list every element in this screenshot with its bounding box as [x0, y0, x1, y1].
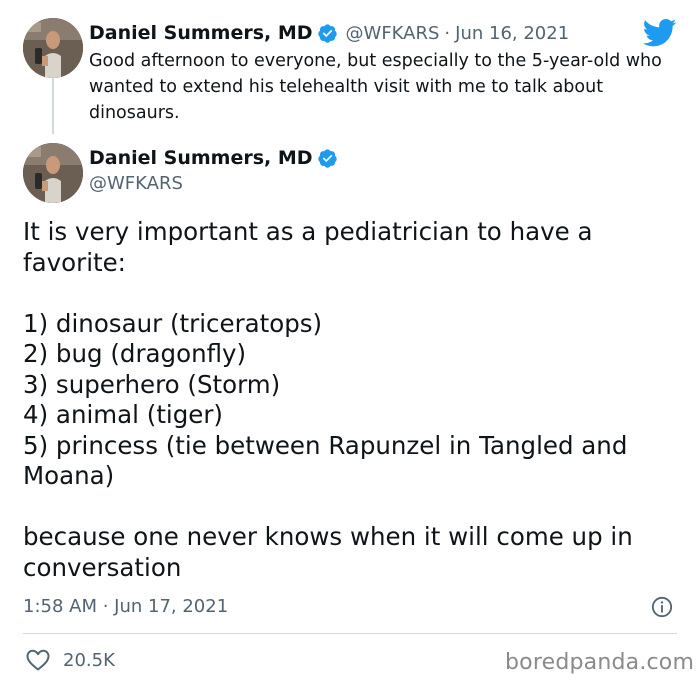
tweet-line: 1) dinosaur (triceratops)	[23, 308, 323, 338]
watermark: boredpanda.com	[505, 650, 695, 675]
like-action[interactable]: 20.5K	[25, 648, 115, 672]
verified-badge-icon	[317, 148, 338, 169]
tweet-line: because one never knows when it will com…	[23, 522, 633, 582]
author-name[interactable]: Daniel Summers, MD	[89, 22, 313, 44]
thread-connector	[52, 78, 54, 134]
tweet-card: Daniel Summers, MD @WFKARS · Jun 16, 202…	[0, 0, 700, 686]
reply-author-row: Daniel Summers, MD @WFKARS · Jun 16, 202…	[89, 22, 569, 44]
dot-separator: ·	[444, 22, 451, 44]
tweet-line: 5) princess (tie between Rapunzel in Tan…	[23, 430, 628, 491]
author-handle[interactable]: @WFKARS	[346, 23, 440, 44]
reply-date[interactable]: Jun 16, 2021	[455, 23, 569, 44]
twitter-bird-icon[interactable]	[643, 18, 677, 48]
divider	[23, 633, 677, 634]
reply-text: Good afternoon to everyone, but especial…	[89, 51, 662, 123]
tweet-line: 2) bug (dragonfly)	[23, 339, 247, 368]
verified-badge-icon	[317, 23, 338, 44]
info-icon[interactable]	[651, 596, 673, 618]
tweet-line: It is very important as a pediatrician t…	[23, 217, 593, 277]
heart-icon[interactable]	[25, 648, 51, 672]
author-handle[interactable]: @WFKARS	[89, 173, 183, 194]
avatar[interactable]	[23, 18, 83, 78]
tweet-line: 4) animal (tiger)	[23, 400, 223, 429]
tweet-line: 3) superhero (Storm)	[23, 369, 281, 399]
tweet-body: It is very important as a pediatrician t…	[23, 217, 688, 583]
author-name[interactable]: Daniel Summers, MD	[89, 147, 313, 169]
avatar[interactable]	[23, 143, 83, 203]
tweet-timestamp[interactable]: 1:58 AM · Jun 17, 2021	[23, 596, 228, 617]
main-author-row: Daniel Summers, MD	[89, 147, 338, 169]
like-count: 20.5K	[63, 649, 115, 671]
